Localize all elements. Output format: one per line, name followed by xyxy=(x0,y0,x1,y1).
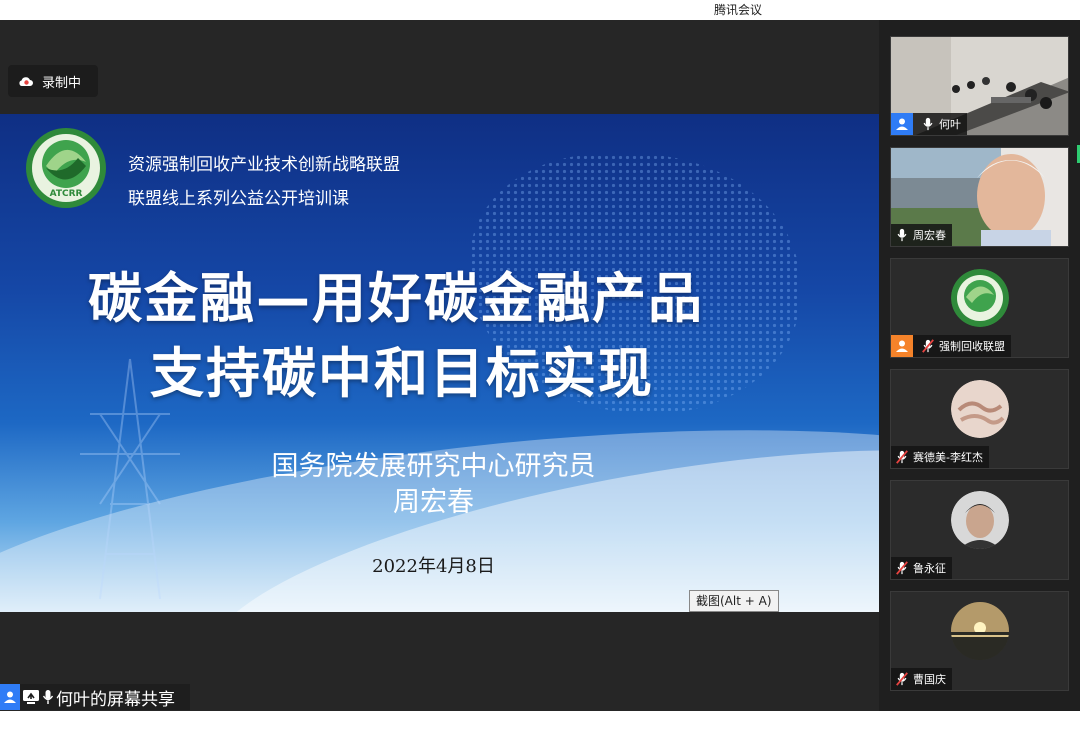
screen-share-icon xyxy=(23,690,39,704)
muted-microphone-icon xyxy=(922,339,934,353)
participant-sidebar[interactable]: 何叶 周宏春 强制回收联盟 赛德美-李红杰 鲁永征 曹国庆 xyxy=(879,20,1080,711)
participant-name: 何叶 xyxy=(939,118,961,131)
recording-indicator[interactable]: 录制中 xyxy=(8,65,98,97)
bottom-margin xyxy=(0,711,1080,747)
screen-share-label: 何叶的屏幕共享 xyxy=(0,684,190,710)
participant-tile[interactable]: 赛德美-李红杰 xyxy=(890,369,1069,469)
user-icon xyxy=(0,684,20,710)
atcrr-logo: ATCRR xyxy=(26,128,106,208)
participant-tile[interactable]: 强制回收联盟 xyxy=(890,258,1069,358)
recording-label: 录制中 xyxy=(42,75,82,91)
microphone-icon xyxy=(897,228,907,242)
slide-headline-line2: 支持碳中和目标实现 xyxy=(150,342,654,405)
participant-name: 曹国庆 xyxy=(913,673,946,686)
window-title: 腾讯会议 xyxy=(714,3,763,17)
participant-name: 强制回收联盟 xyxy=(939,340,1005,353)
participant-avatar xyxy=(951,491,1009,549)
user-icon xyxy=(891,335,913,357)
participant-avatar xyxy=(951,380,1009,438)
logo-text: ATCRR xyxy=(50,189,83,199)
participant-label: 周宏春 xyxy=(891,224,952,246)
participant-tile[interactable]: 周宏春 xyxy=(890,147,1069,247)
participant-label: 强制回收联盟 xyxy=(891,335,1011,357)
slide-date: 2022年4月8日 xyxy=(372,556,495,577)
participant-tile[interactable]: 何叶 xyxy=(890,36,1069,136)
muted-microphone-icon xyxy=(896,450,908,464)
slide-course-name: 联盟线上系列公益公开培训课 xyxy=(128,189,349,209)
participant-label: 曹国庆 xyxy=(891,668,952,690)
slide-author-title: 国务院发展研究中心研究员 xyxy=(271,451,596,482)
slide-org-name: 资源强制回收产业技术创新战略联盟 xyxy=(128,155,400,175)
muted-microphone-icon xyxy=(896,672,908,686)
screen-share-owner: 何叶的屏幕共享 xyxy=(56,689,175,710)
muted-microphone-icon xyxy=(896,561,908,575)
participant-avatar xyxy=(951,602,1009,660)
atcrr-avatar xyxy=(951,269,1009,327)
participant-label: 何叶 xyxy=(891,113,967,135)
microphone-icon xyxy=(42,690,54,704)
cloud-record-icon xyxy=(19,77,33,86)
participant-label: 赛德美-李红杰 xyxy=(891,446,989,468)
participant-tile[interactable]: 鲁永征 xyxy=(890,480,1069,580)
participant-name: 鲁永征 xyxy=(913,562,946,575)
slide-author-name: 周宏春 xyxy=(393,487,474,518)
screenshot-shortcut-tooltip: 截图(Alt + A) xyxy=(689,590,779,612)
participant-name: 周宏春 xyxy=(913,229,946,242)
participant-name: 赛德美-李红杰 xyxy=(913,451,983,464)
participant-tile[interactable]: 曹国庆 xyxy=(890,591,1069,691)
user-icon xyxy=(891,113,913,135)
slide-headline-line1: 碳金融—用好碳金融产品 xyxy=(88,267,704,330)
microphone-icon xyxy=(923,117,933,131)
window-titlebar: 腾讯会议 xyxy=(0,0,1080,20)
participant-label: 鲁永征 xyxy=(891,557,952,579)
presentation-slide: ATCRR 资源强制回收产业技术创新战略联盟 联盟线上系列公益公开培训课 碳金融… xyxy=(0,114,879,612)
